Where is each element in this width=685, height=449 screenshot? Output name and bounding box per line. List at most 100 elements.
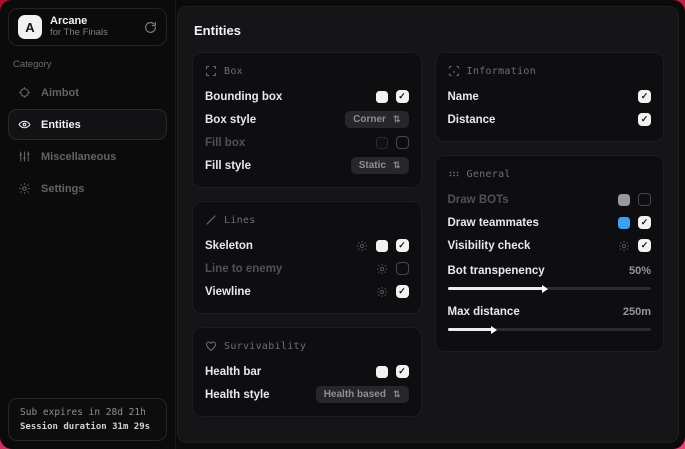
skeleton-color-swatch[interactable] xyxy=(376,240,388,252)
draw-teammates-checkbox[interactable] xyxy=(638,216,651,229)
row-label: Line to enemy xyxy=(205,263,282,275)
bounding-box-color-swatch[interactable] xyxy=(376,91,388,103)
gear-icon[interactable] xyxy=(618,240,630,252)
section-title: General xyxy=(467,169,511,180)
sidebar-item-aimbot[interactable]: Aimbot xyxy=(8,77,167,108)
row-label: Distance xyxy=(448,114,496,126)
section-information-header: Information xyxy=(448,65,652,77)
row-box-style: Box style Corner ⇅ xyxy=(205,108,409,131)
sidebar-item-label: Settings xyxy=(41,183,84,195)
gear-icon xyxy=(18,182,31,195)
section-lines-header: Lines xyxy=(205,214,409,226)
row-label: Skeleton xyxy=(205,240,253,252)
sidebar-item-entities[interactable]: Entities xyxy=(8,109,167,140)
app-logo: A xyxy=(18,15,42,39)
sliders-icon xyxy=(18,150,31,163)
max-distance-slider[interactable] xyxy=(448,328,652,331)
sidebar-item-settings[interactable]: Settings xyxy=(8,173,167,204)
page-title: Entities xyxy=(194,23,664,38)
section-survivability-header: Survivability xyxy=(205,340,409,352)
row-line-to-enemy: Line to enemy xyxy=(205,257,409,280)
gear-icon[interactable] xyxy=(376,286,388,298)
bounding-box-checkbox[interactable] xyxy=(396,90,409,103)
dropdown-value: Health based xyxy=(324,389,386,400)
section-box: Box Bounding box Box style Corner ⇅ xyxy=(192,52,422,188)
gear-icon[interactable] xyxy=(376,263,388,275)
health-bar-color-swatch[interactable] xyxy=(376,366,388,378)
diagonal-line-icon xyxy=(205,214,217,226)
sidebar-item-label: Aimbot xyxy=(41,87,79,99)
draw-bots-color-swatch[interactable] xyxy=(618,194,630,206)
row-fill-style: Fill style Static ⇅ xyxy=(205,154,409,177)
fill-box-checkbox[interactable] xyxy=(396,136,409,149)
row-draw-bots: Draw BOTs xyxy=(448,188,652,211)
sidebar-nav: Aimbot Entities Miscellaneous Settings xyxy=(8,77,167,204)
dropdown-value: Corner xyxy=(353,114,386,125)
sync-icon[interactable] xyxy=(144,21,157,34)
max-distance-value: 250m xyxy=(623,306,651,318)
row-label: Visibility check xyxy=(448,240,531,252)
skeleton-checkbox[interactable] xyxy=(396,239,409,252)
subscription-info: Sub expires in 28d 21h Session duration … xyxy=(8,398,167,441)
app-subtitle: for The Finals xyxy=(50,28,108,39)
content-panel: Entities Box Bounding box xyxy=(177,6,679,443)
health-bar-checkbox[interactable] xyxy=(396,365,409,378)
slider-fill xyxy=(448,328,493,331)
row-skeleton: Skeleton xyxy=(205,234,409,257)
health-style-dropdown[interactable]: Health based ⇅ xyxy=(316,386,409,403)
updown-arrows-icon: ⇅ xyxy=(393,160,401,171)
row-label: Draw teammates xyxy=(448,217,539,229)
viewline-checkbox[interactable] xyxy=(396,285,409,298)
section-title: Box xyxy=(224,66,243,77)
section-general-header: General xyxy=(448,168,652,180)
fill-box-color-swatch[interactable] xyxy=(376,137,388,149)
section-title: Lines xyxy=(224,215,256,226)
draw-teammates-color-swatch[interactable] xyxy=(618,217,630,229)
gear-icon[interactable] xyxy=(356,240,368,252)
section-title: Information xyxy=(467,66,537,77)
bot-transparency-value: 50% xyxy=(629,265,651,277)
row-label: Viewline xyxy=(205,286,251,298)
crosshair-icon xyxy=(18,86,31,99)
row-label: Health bar xyxy=(205,366,261,378)
brand-card: A Arcane for The Finals xyxy=(8,8,167,46)
bot-transparency-slider[interactable] xyxy=(448,287,652,290)
row-label: Max distance xyxy=(448,306,520,318)
name-checkbox[interactable] xyxy=(638,90,651,103)
box-style-dropdown[interactable]: Corner ⇅ xyxy=(345,111,408,128)
section-title: Survivability xyxy=(224,341,306,352)
line-to-enemy-checkbox[interactable] xyxy=(396,262,409,275)
section-survivability: Survivability Health bar Health style He… xyxy=(192,327,422,417)
row-label: Box style xyxy=(205,114,256,126)
row-max-distance: Max distance 250m xyxy=(448,300,652,323)
visibility-check-checkbox[interactable] xyxy=(638,239,651,252)
dropdown-value: Static xyxy=(359,160,386,171)
distance-checkbox[interactable] xyxy=(638,113,651,126)
sidebar: A Arcane for The Finals Category Aimbot xyxy=(0,0,176,449)
sidebar-item-miscellaneous[interactable]: Miscellaneous xyxy=(8,141,167,172)
updown-arrows-icon: ⇅ xyxy=(393,114,401,125)
row-label: Bounding box xyxy=(205,91,282,103)
sidebar-item-label: Miscellaneous xyxy=(41,151,116,163)
section-box-header: Box xyxy=(205,65,409,77)
draw-bots-checkbox[interactable] xyxy=(638,193,651,206)
slider-fill xyxy=(448,287,544,290)
sidebar-item-label: Entities xyxy=(41,119,81,131)
row-label: Bot transpenency xyxy=(448,265,545,277)
row-bot-transparency: Bot transpenency 50% xyxy=(448,259,652,282)
fill-style-dropdown[interactable]: Static ⇅ xyxy=(351,157,409,174)
box-corners-icon xyxy=(205,65,217,77)
heart-icon xyxy=(205,340,217,352)
row-label: Name xyxy=(448,91,479,103)
row-health-style: Health style Health based ⇅ xyxy=(205,383,409,406)
sub-expiry-text: Sub expires in 28d 21h xyxy=(20,407,155,418)
row-label: Fill box xyxy=(205,137,245,149)
grid-dots-icon xyxy=(448,168,460,180)
category-label: Category xyxy=(13,59,162,70)
app-name: Arcane xyxy=(50,15,108,28)
section-general: General Draw BOTs Draw teammates xyxy=(435,155,665,352)
row-label: Draw BOTs xyxy=(448,194,509,206)
section-information: Information Name Distance xyxy=(435,52,665,142)
row-label: Fill style xyxy=(205,160,251,172)
row-visibility-check: Visibility check xyxy=(448,234,652,257)
